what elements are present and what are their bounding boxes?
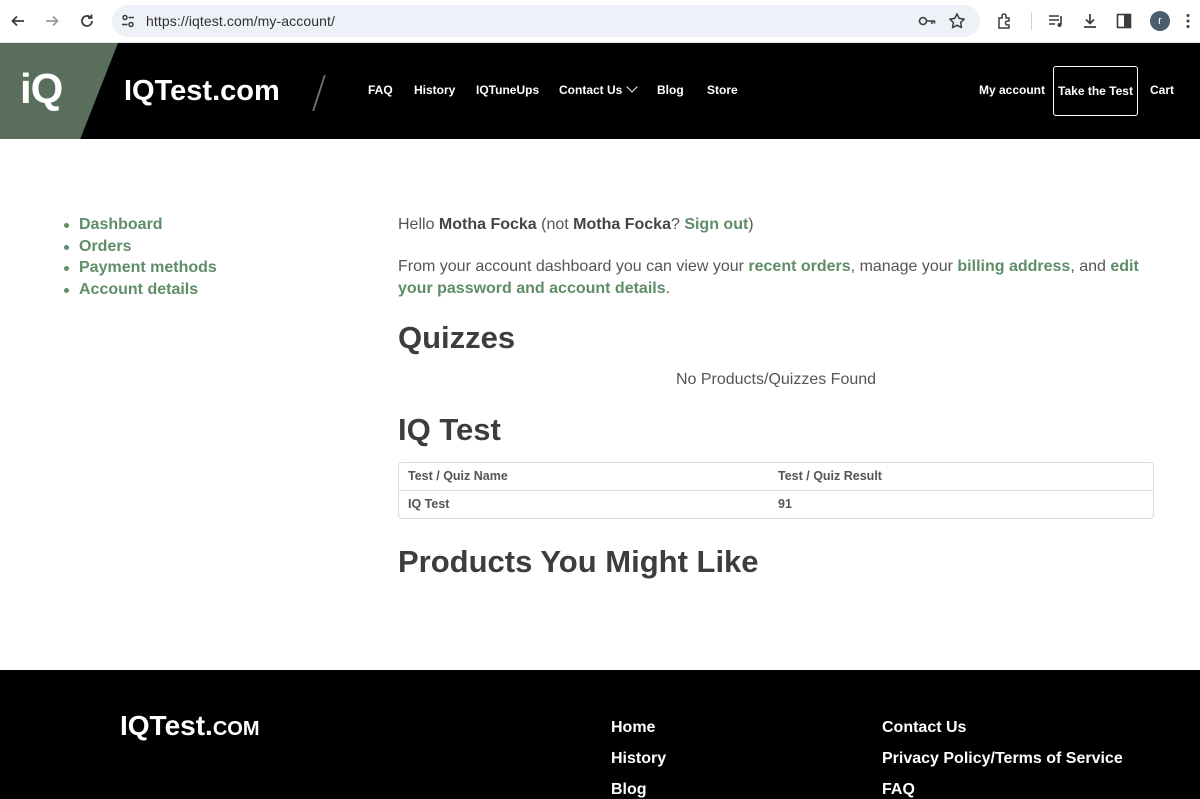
footer-logo-main: IQTest.	[120, 710, 213, 741]
nav-cart[interactable]: Cart	[1150, 83, 1174, 97]
nav-iqtuneups[interactable]: IQTuneUps	[476, 83, 539, 97]
quizzes-empty-message: No Products/Quizzes Found	[675, 371, 877, 388]
back-arrow-icon[interactable]	[7, 10, 29, 32]
list-bullet	[64, 287, 69, 293]
footer-link-privacy-terms[interactable]: Privacy Policy/Terms of Service	[882, 750, 1123, 768]
nav-faq[interactable]: FAQ	[368, 83, 393, 97]
site-settings-icon[interactable]	[120, 13, 136, 29]
table-cell-name: IQ Test	[408, 497, 450, 511]
account-nav-dashboard[interactable]: Dashboard	[64, 216, 217, 238]
table-row: IQ Test 91	[399, 491, 1153, 519]
download-icon[interactable]	[1080, 11, 1100, 31]
nav-blog[interactable]: Blog	[657, 83, 684, 97]
forward-arrow-icon[interactable]	[41, 10, 63, 32]
account-nav-account-details[interactable]: Account details	[64, 281, 217, 303]
list-bullet	[64, 266, 69, 271]
greeting-close: )	[748, 216, 754, 233]
recent-orders-link[interactable]: recent orders	[748, 258, 850, 275]
greeting-question: ?	[670, 216, 685, 233]
account-nav-account-details-label[interactable]: Account details	[79, 281, 198, 298]
more-menu-icon[interactable]	[1178, 11, 1198, 31]
greeting: Hello Motha Focka (not Motha Focka? Sign…	[398, 216, 754, 234]
user-name-repeat: Motha Focka	[573, 216, 671, 233]
side-panel-icon[interactable]	[1114, 11, 1134, 31]
browser-toolbar: https://iqtest.com/my-account/ r	[0, 0, 1200, 43]
table-cell-result: 91	[778, 497, 792, 511]
bookmark-star-icon[interactable]	[948, 12, 966, 30]
greeting-prefix: Hello	[398, 216, 439, 233]
address-bar[interactable]: https://iqtest.com/my-account/	[112, 5, 980, 37]
reload-icon[interactable]	[76, 10, 98, 32]
profile-avatar[interactable]: r	[1150, 11, 1170, 31]
footer-link-contact-us[interactable]: Contact Us	[882, 719, 966, 737]
account-nav-dashboard-label[interactable]: Dashboard	[79, 216, 163, 233]
footer-link-faq[interactable]: FAQ	[882, 781, 915, 799]
column-header-result: Test / Quiz Result	[778, 469, 882, 483]
nav-contact-us[interactable]: Contact Us	[559, 81, 639, 97]
nav-store[interactable]: Store	[707, 83, 738, 97]
user-name: Motha Focka	[438, 216, 537, 233]
products-heading: Products You Might Like	[398, 544, 759, 579]
password-key-icon[interactable]	[918, 13, 936, 29]
intro-text-2: , manage your	[850, 258, 958, 275]
greeting-not: (not	[536, 216, 574, 233]
intro-text-3: , and	[1070, 258, 1111, 275]
nav-history[interactable]: History	[414, 83, 455, 97]
quizzes-heading: Quizzes	[398, 320, 516, 355]
billing-address-link[interactable]: billing address	[957, 258, 1070, 275]
take-the-test-button[interactable]: Take the Test	[1053, 66, 1138, 116]
iq-test-heading: IQ Test	[398, 412, 501, 447]
dashboard-intro: From your account dashboard you can view…	[398, 256, 1154, 300]
account-nav-orders-label[interactable]: Orders	[79, 238, 131, 255]
list-bullet	[64, 244, 69, 250]
nav-my-account[interactable]: My account	[979, 83, 1045, 97]
media-controls-icon[interactable]	[1046, 11, 1066, 31]
footer-link-blog[interactable]: Blog	[611, 781, 647, 799]
list-bullet	[64, 223, 69, 228]
account-nav-payment-methods[interactable]: Payment methods	[64, 259, 217, 281]
account-nav-payment-methods-label[interactable]: Payment methods	[79, 259, 217, 276]
account-nav-orders[interactable]: Orders	[64, 238, 217, 260]
header-divider	[312, 75, 326, 111]
site-brand[interactable]: IQTest.com	[124, 75, 280, 108]
intro-text-1: From your account dashboard you can view…	[398, 258, 749, 275]
extensions-icon[interactable]	[995, 11, 1015, 31]
site-footer: IQTest.COM Home History Blog Contact Us …	[0, 670, 1200, 799]
column-header-name: Test / Quiz Name	[408, 469, 508, 483]
chevron-down-icon	[626, 81, 639, 93]
toolbar-divider	[1031, 12, 1032, 30]
table-header-row: Test / Quiz Name Test / Quiz Result	[399, 463, 1153, 491]
site-logo[interactable]: iQ	[20, 65, 63, 113]
footer-logo-suffix: COM	[212, 718, 260, 740]
site-header: iQ IQTest.com FAQ History IQTuneUps Cont…	[0, 43, 1200, 139]
footer-logo[interactable]: IQTest.COM	[120, 710, 260, 742]
sign-out-link[interactable]: Sign out	[684, 216, 748, 233]
url-text[interactable]: https://iqtest.com/my-account/	[146, 13, 335, 29]
account-navigation: Dashboard Orders Payment methods Account…	[64, 216, 217, 302]
intro-text-4: .	[665, 280, 671, 297]
footer-link-history[interactable]: History	[611, 750, 666, 768]
footer-link-home[interactable]: Home	[611, 719, 655, 737]
nav-contact-us-label: Contact Us	[559, 83, 623, 97]
iq-results-table: Test / Quiz Name Test / Quiz Result IQ T…	[398, 462, 1154, 519]
